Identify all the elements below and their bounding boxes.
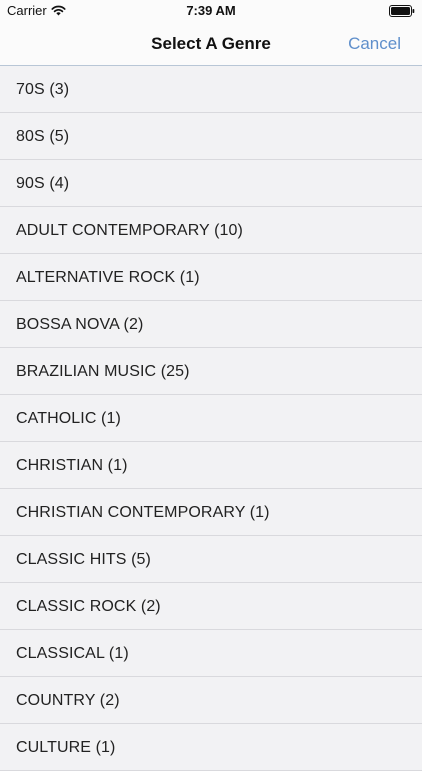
genre-list-item[interactable]: CHRISTIAN (1): [0, 442, 422, 489]
genre-list-item[interactable]: CULTURE (1): [0, 724, 422, 771]
genre-label: ADULT CONTEMPORARY (10): [16, 221, 243, 239]
genre-label: ALTERNATIVE ROCK (1): [16, 268, 200, 286]
genre-label: CHRISTIAN CONTEMPORARY (1): [16, 503, 270, 521]
genre-list-item[interactable]: ADULT CONTEMPORARY (10): [0, 207, 422, 254]
genre-label: 90S (4): [16, 174, 70, 192]
genre-label: CATHOLIC (1): [16, 409, 121, 427]
genre-label: BRAZILIAN MUSIC (25): [16, 362, 190, 380]
genre-label: BOSSA NOVA (2): [16, 315, 144, 333]
genre-list-item[interactable]: BOSSA NOVA (2): [0, 301, 422, 348]
genre-list-item[interactable]: CHRISTIAN CONTEMPORARY (1): [0, 489, 422, 536]
status-time: 7:39 AM: [186, 3, 236, 18]
genre-label: 80S (5): [16, 127, 70, 145]
genre-label: CHRISTIAN (1): [16, 456, 128, 474]
battery-icon: [389, 5, 415, 17]
genre-list: 70S (3) 80S (5) 90S (4) ADULT CONTEMPORARY …: [0, 66, 422, 771]
genre-list-item[interactable]: CLASSIC HITS (5): [0, 536, 422, 583]
genre-list-item[interactable]: CLASSICAL (1): [0, 630, 422, 677]
genre-label: CLASSIC HITS (5): [16, 550, 151, 568]
genre-list-item[interactable]: CLASSIC ROCK (2): [0, 583, 422, 630]
status-bar: Carrier 7:39 AM: [0, 0, 422, 22]
genre-list-item[interactable]: 70S (3): [0, 66, 422, 113]
genre-label: CLASSICAL (1): [16, 644, 129, 662]
cancel-button[interactable]: Cancel: [348, 34, 401, 54]
genre-list-item[interactable]: 90S (4): [0, 160, 422, 207]
genre-list-item[interactable]: 80S (5): [0, 113, 422, 160]
genre-list-item[interactable]: ALTERNATIVE ROCK (1): [0, 254, 422, 301]
genre-label: CLASSIC ROCK (2): [16, 597, 161, 615]
genre-label: 70S (3): [16, 80, 70, 98]
genre-list-item[interactable]: CATHOLIC (1): [0, 395, 422, 442]
genre-label: CULTURE (1): [16, 738, 116, 756]
genre-label: COUNTRY (2): [16, 691, 120, 709]
navigation-bar: Select A Genre Cancel: [0, 22, 422, 66]
genre-list-item[interactable]: COUNTRY (2): [0, 677, 422, 724]
genre-list-item[interactable]: BRAZILIAN MUSIC (25): [0, 348, 422, 395]
